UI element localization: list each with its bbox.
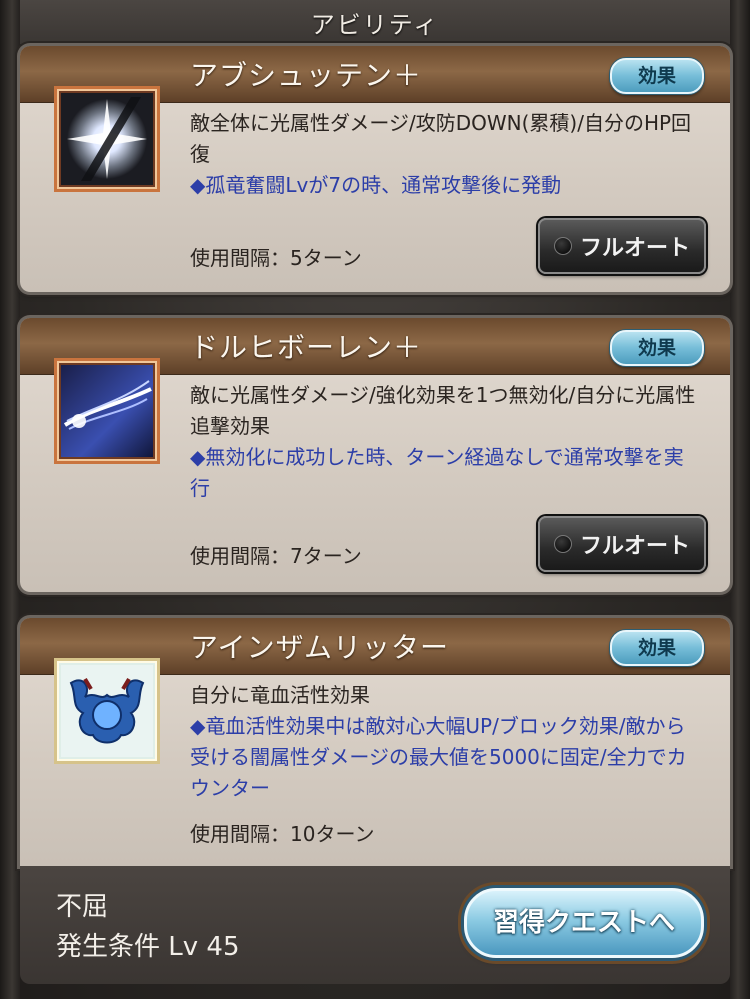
ability-effect-text: 敵に光属性ダメージ/強化効果を1つ無効化/自分に光属性追撃効果 — [190, 383, 696, 438]
full-auto-button[interactable]: フルオート — [538, 218, 706, 274]
light-burst-icon — [61, 93, 153, 185]
ability-trigger-note: ◆無効化に成功した時、ターン経過なしで通常攻撃を実行 — [190, 445, 684, 500]
ability-name: アブシュッテン＋ — [190, 59, 423, 92]
support-ability-panel: 不屈 発生条件 Lv 45 習得クエストへ — [20, 866, 730, 984]
light-slash-icon — [61, 365, 153, 457]
ability-name: ドルヒボーレン＋ — [190, 331, 423, 364]
ability-cooldown: 使用間隔：7ターン — [190, 544, 362, 568]
support-ability-name: 不屈 — [56, 892, 109, 922]
ability-description: 敵に光属性ダメージ/強化効果を1つ無効化/自分に光属性追撃効果 ◆無効化に成功し… — [190, 380, 700, 504]
right-frame-rail — [730, 0, 750, 999]
ability-cooldown: 使用間隔：10ターン — [190, 822, 375, 846]
learn-quest-button[interactable]: 習得クエストへ — [464, 888, 704, 958]
effect-button[interactable]: 効果 — [610, 330, 704, 366]
ability-trigger-note: ◆孤竜奮闘Lvが7の時、通常攻撃後に発動 — [190, 173, 562, 197]
ability-name: アインザムリッター — [190, 631, 450, 664]
header-bar: アビリティ — [20, 0, 730, 44]
full-auto-label: フルオート — [579, 534, 690, 559]
ability-card: アブシュッテン＋ 効果 敵全体に光属性ダメージ/攻防DOWN(累積)/自分のHP… — [20, 46, 730, 292]
ability-card: アインザムリッター 効果 自分に竜血活性効果 ◆竜血活性効果中は敵対心大幅UP/… — [20, 618, 730, 866]
ability-icon-frame — [54, 86, 160, 192]
ability-description: 自分に竜血活性効果 ◆竜血活性効果中は敵対心大幅UP/ブロック効果/敵から受ける… — [190, 680, 700, 804]
unlock-condition: 発生条件 Lv 45 — [56, 932, 240, 962]
dragon-crest-icon — [61, 665, 153, 757]
ability-cooldown: 使用間隔：5ターン — [190, 246, 362, 270]
ability-trigger-note: ◆竜血活性効果中は敵対心大幅UP/ブロック効果/敵から受ける闇属性ダメージの最大… — [190, 714, 687, 800]
full-auto-button[interactable]: フルオート — [538, 516, 706, 572]
toggle-dot-icon — [553, 237, 572, 255]
full-auto-label: フルオート — [579, 236, 690, 261]
left-frame-rail — [0, 0, 20, 999]
effect-button[interactable]: 効果 — [610, 58, 704, 94]
effect-button[interactable]: 効果 — [610, 630, 704, 666]
ability-icon-frame — [54, 358, 160, 464]
toggle-dot-icon — [553, 535, 572, 553]
ability-effect-text: 自分に竜血活性効果 — [190, 683, 370, 707]
page-title: アビリティ — [310, 10, 440, 39]
ability-icon-frame — [54, 658, 160, 764]
ability-card: ドルヒボーレン＋ 効果 敵に光属性ダメージ/強化効果を1つ無効化/自分に光属性追… — [20, 318, 730, 592]
ability-effect-text: 敵全体に光属性ダメージ/攻防DOWN(累積)/自分のHP回復 — [190, 111, 692, 166]
ability-description: 敵全体に光属性ダメージ/攻防DOWN(累積)/自分のHP回復 ◆孤竜奮闘Lvが7… — [190, 108, 700, 201]
